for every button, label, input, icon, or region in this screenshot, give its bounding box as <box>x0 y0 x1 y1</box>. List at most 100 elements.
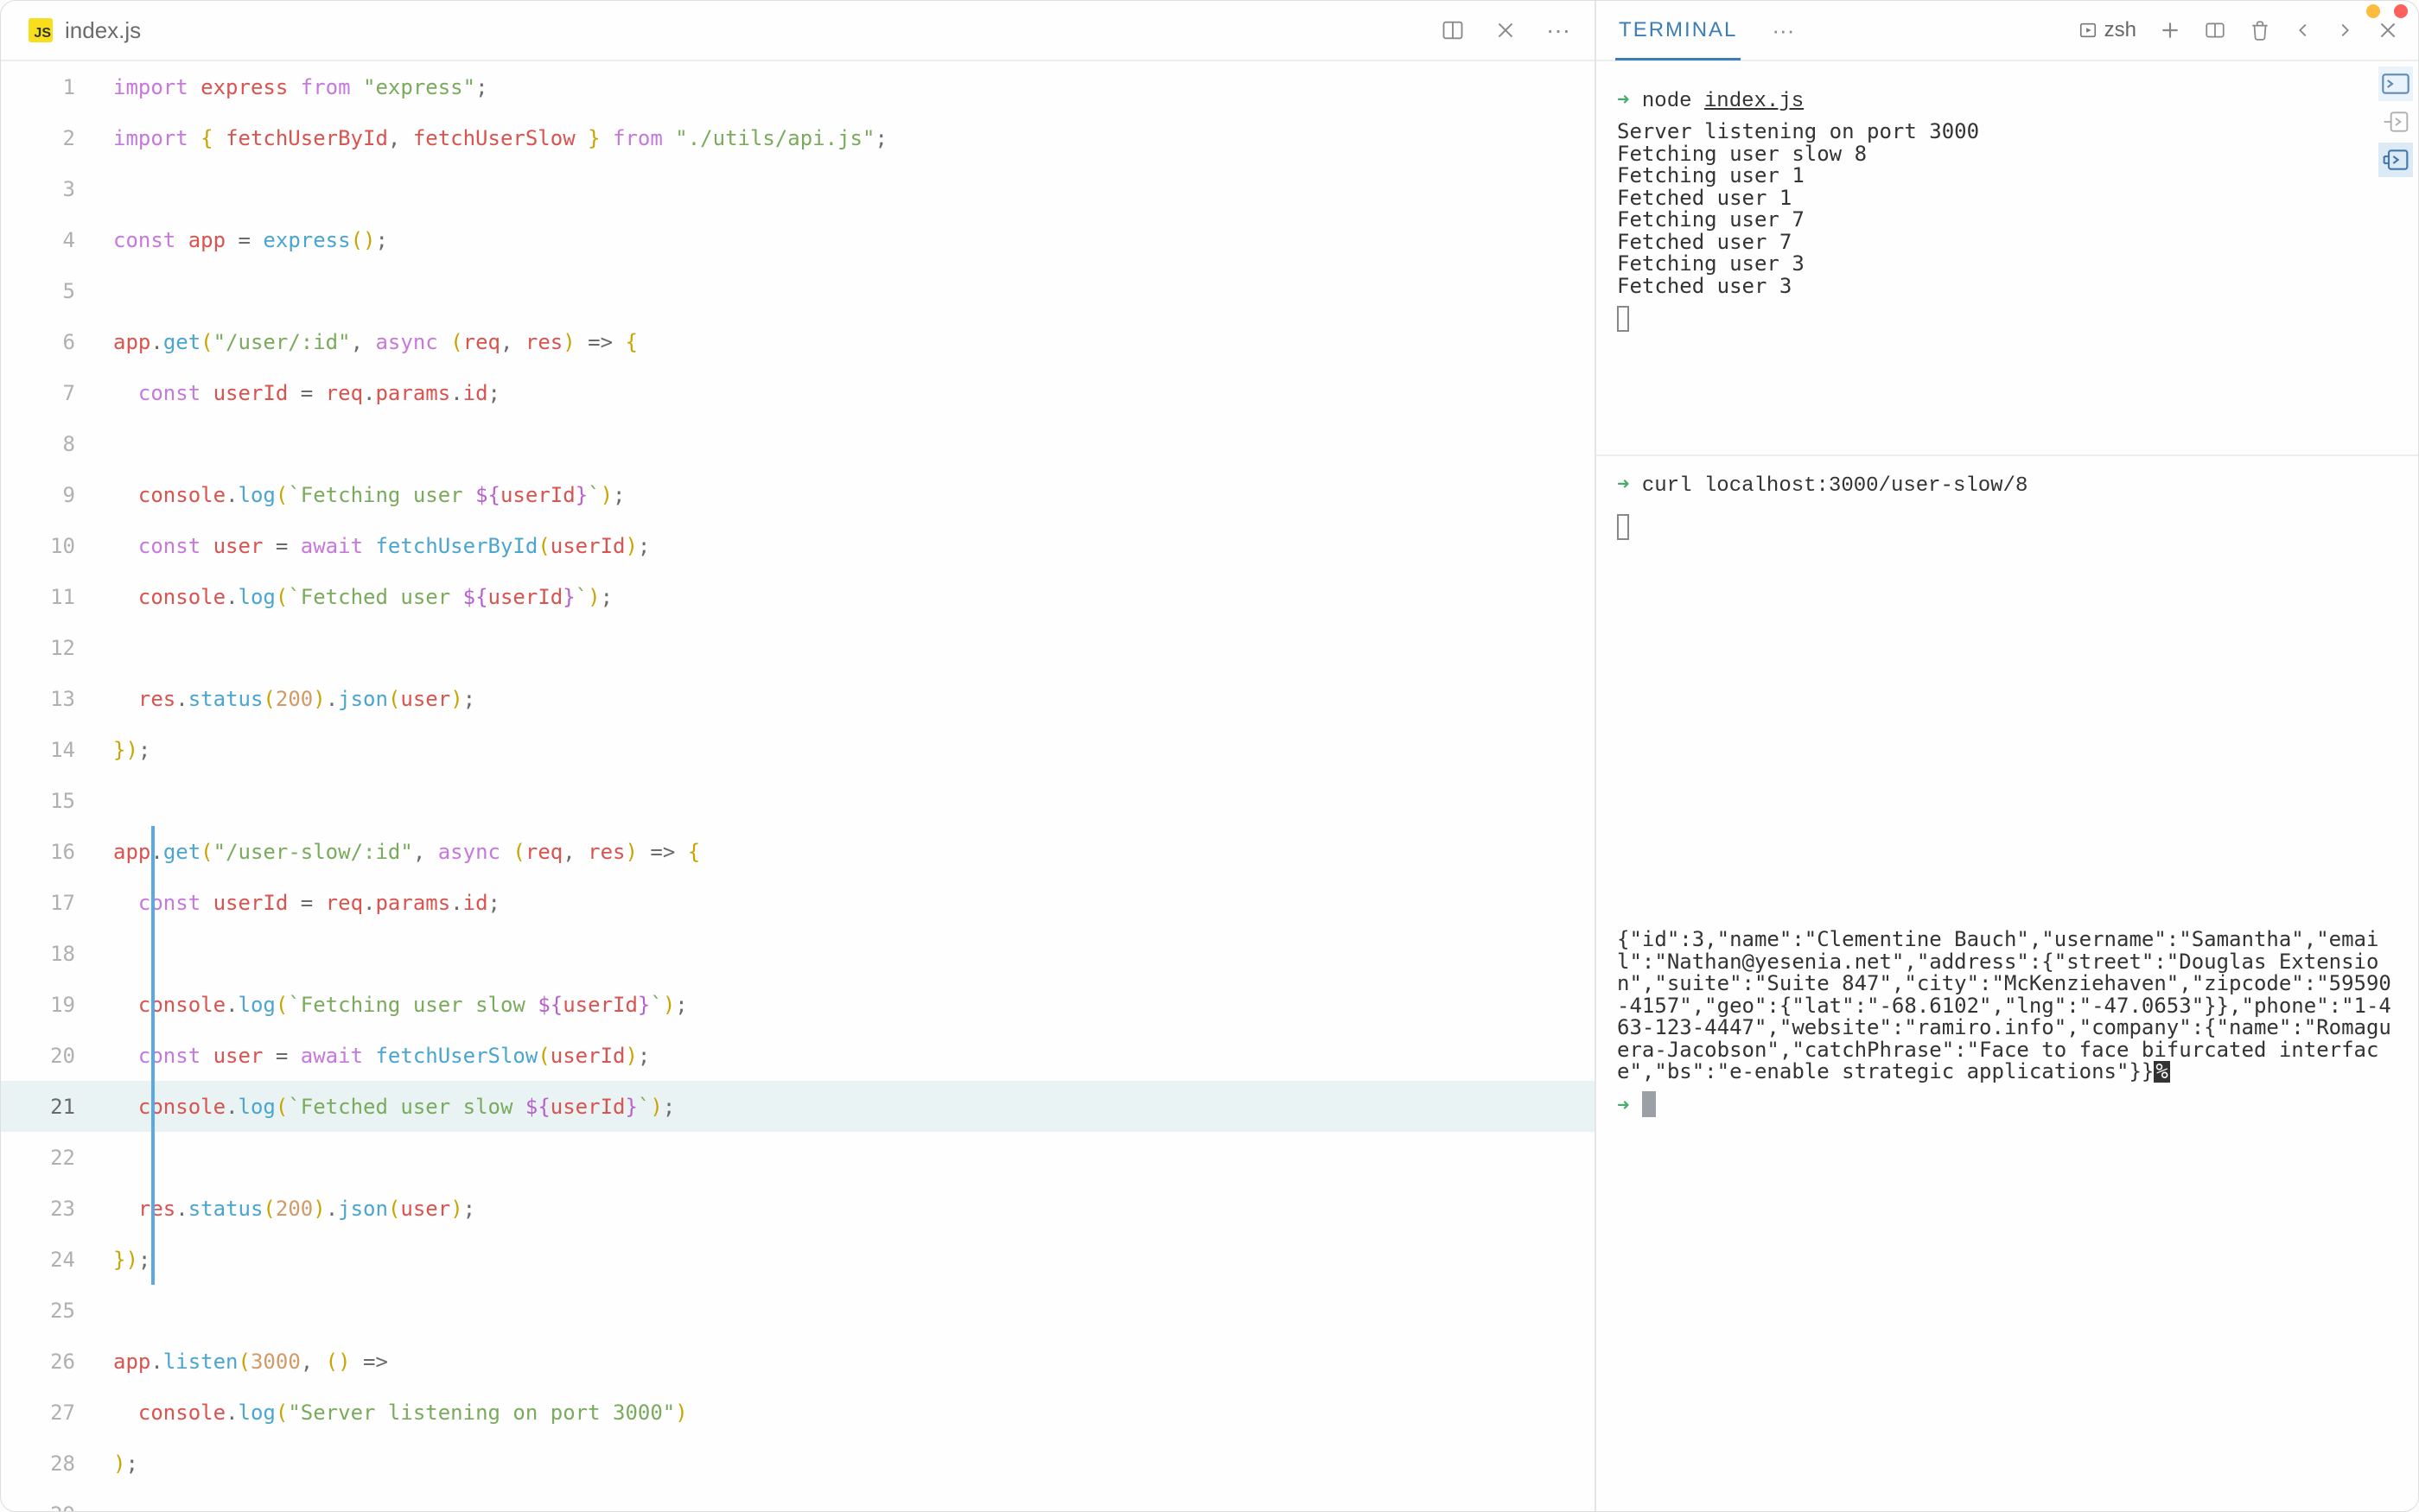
terminal-1-output: Server listening on port 3000 Fetching u… <box>1617 121 2397 297</box>
terminal-body[interactable]: ➜ node index.js Server listening on port… <box>1596 61 2418 1511</box>
chevron-left-icon[interactable] <box>2294 21 2313 40</box>
code-editor[interactable]: 1import express from "express";2import {… <box>1 61 1595 1511</box>
code-line[interactable]: 12 <box>1 622 1595 673</box>
code-line[interactable]: 22 <box>1 1132 1595 1183</box>
shell-run-target[interactable]: zsh <box>2078 18 2136 42</box>
code-line[interactable]: 13 res.status(200).json(user); <box>1 673 1595 724</box>
code-line[interactable]: 9 console.log(`Fetching user ${userId}`)… <box>1 469 1595 520</box>
code-text: const app = express(); <box>113 230 388 251</box>
modified-gutter-bar <box>151 826 155 1285</box>
code-line[interactable]: 16app.get("/user-slow/:id", async (req, … <box>1 826 1595 877</box>
shell-name: zsh <box>2104 18 2136 42</box>
line-number: 15 <box>27 791 113 811</box>
term1-cmd-prog: node <box>1642 90 1704 113</box>
code-line[interactable]: 19 console.log(`Fetching user slow ${use… <box>1 979 1595 1030</box>
code-line[interactable]: 25 <box>1 1285 1595 1336</box>
line-number: 13 <box>27 689 113 709</box>
line-number: 22 <box>27 1147 113 1168</box>
code-line[interactable]: 15 <box>1 775 1595 826</box>
terminal-more-icon[interactable]: ··· <box>1772 17 1794 44</box>
line-number: 5 <box>27 281 113 302</box>
terminal-2-output: {"id":3,"name":"Clementine Bauch","usern… <box>1617 929 2397 1083</box>
code-line[interactable]: 14}); <box>1 724 1595 775</box>
code-line[interactable]: 1import express from "express"; <box>1 61 1595 112</box>
line-number: 9 <box>27 485 113 505</box>
code-text: const user = await fetchUserById(userId)… <box>113 536 650 556</box>
percent-eol-icon: % <box>2154 1061 2169 1083</box>
new-terminal-icon[interactable] <box>2159 19 2181 41</box>
editor-tab-indexjs[interactable]: JS index.js <box>10 9 160 53</box>
line-number: 2 <box>27 128 113 149</box>
code-line[interactable]: 23 res.status(200).json(user); <box>1 1183 1595 1234</box>
code-line[interactable]: 17 const userId = req.params.id; <box>1 877 1595 928</box>
line-number: 19 <box>27 994 113 1015</box>
line-number: 4 <box>27 230 113 251</box>
line-number: 16 <box>27 842 113 862</box>
terminal-pane: TERMINAL ··· zsh <box>1596 1 2418 1511</box>
line-number: 6 <box>27 332 113 353</box>
app-window: JS index.js ··· 1import express from "ex… <box>0 0 2419 1512</box>
split-editor-icon[interactable] <box>1441 18 1465 42</box>
code-line[interactable]: 21 console.log(`Fetched user slow ${user… <box>1 1081 1595 1132</box>
editor-tab-filename: index.js <box>65 17 141 44</box>
code-line[interactable]: 7 const userId = req.params.id; <box>1 367 1595 418</box>
code-line[interactable]: 2import { fetchUserById, fetchUserSlow }… <box>1 112 1595 163</box>
js-file-icon: JS <box>29 18 53 42</box>
terminal-group-3[interactable] <box>2378 143 2413 177</box>
terminal-session-1: ➜ node index.js Server listening on port… <box>1617 82 2397 340</box>
code-line[interactable]: 27 console.log("Server listening on port… <box>1 1387 1595 1438</box>
code-line[interactable]: 4const app = express(); <box>1 214 1595 265</box>
code-text: app.listen(3000, () => <box>113 1351 388 1372</box>
code-text: }); <box>113 740 150 760</box>
line-number: 24 <box>27 1249 113 1270</box>
line-number: 14 <box>27 740 113 760</box>
line-number: 8 <box>27 434 113 454</box>
line-number: 27 <box>27 1402 113 1423</box>
code-line[interactable]: 10 const user = await fetchUserById(user… <box>1 520 1595 571</box>
line-number: 7 <box>27 383 113 403</box>
terminal-block-cursor <box>1642 1091 1656 1117</box>
code-line[interactable]: 8 <box>1 418 1595 469</box>
code-line[interactable]: 24}); <box>1 1234 1595 1285</box>
code-line[interactable]: 5 <box>1 265 1595 316</box>
editor-pane: JS index.js ··· 1import express from "ex… <box>1 1 1596 1511</box>
chevron-right-icon[interactable] <box>2335 21 2354 40</box>
terminal-group-2[interactable] <box>2378 105 2413 139</box>
code-text: app.get("/user-slow/:id", async (req, re… <box>113 842 700 862</box>
code-line[interactable]: 3 <box>1 163 1595 214</box>
line-number: 11 <box>27 587 113 607</box>
term2-command: curl localhost:3000/user-slow/8 <box>1642 474 2028 498</box>
code-line[interactable]: 26app.listen(3000, () => <box>1 1336 1595 1387</box>
code-text: ); <box>113 1453 138 1474</box>
code-line[interactable]: 11 console.log(`Fetched user ${userId}`)… <box>1 571 1595 622</box>
code-text: app.get("/user/:id", async (req, res) =>… <box>113 332 638 353</box>
code-line[interactable]: 29 <box>1 1489 1595 1511</box>
line-number: 28 <box>27 1453 113 1474</box>
code-line[interactable]: 18 <box>1 928 1595 979</box>
terminal-session-2: ➜ curl localhost:3000/user-slow/8 {"id":… <box>1617 467 2397 1128</box>
kill-terminal-icon[interactable] <box>2249 19 2271 41</box>
line-number: 17 <box>27 893 113 913</box>
play-icon <box>2078 21 2098 40</box>
line-number: 20 <box>27 1045 113 1066</box>
terminal-tab[interactable]: TERMINAL <box>1615 1 1741 60</box>
close-tab-icon[interactable] <box>1494 19 1517 41</box>
line-number: 26 <box>27 1351 113 1372</box>
terminal-group-1[interactable] <box>2378 67 2413 101</box>
terminal-split-divider[interactable] <box>1596 454 2418 456</box>
close-panel-icon[interactable] <box>2377 19 2399 41</box>
line-number: 21 <box>27 1096 113 1117</box>
code-line[interactable]: 6app.get("/user/:id", async (req, res) =… <box>1 316 1595 367</box>
editor-more-icon[interactable]: ··· <box>1546 16 1570 44</box>
code-line[interactable]: 20 const user = await fetchUserSlow(user… <box>1 1030 1595 1081</box>
split-terminal-icon[interactable] <box>2204 19 2226 41</box>
code-text: console.log("Server listening on port 30… <box>113 1402 688 1423</box>
term1-cmd-arg: index.js <box>1704 90 1804 113</box>
code-line[interactable]: 28); <box>1 1438 1595 1489</box>
code-text: res.status(200).json(user); <box>113 689 475 709</box>
line-number: 29 <box>27 1504 113 1512</box>
code-text: const userId = req.params.id; <box>113 383 500 403</box>
line-number: 10 <box>27 536 113 556</box>
line-number: 12 <box>27 638 113 658</box>
code-text: console.log(`Fetching user ${userId}`); <box>113 485 626 505</box>
